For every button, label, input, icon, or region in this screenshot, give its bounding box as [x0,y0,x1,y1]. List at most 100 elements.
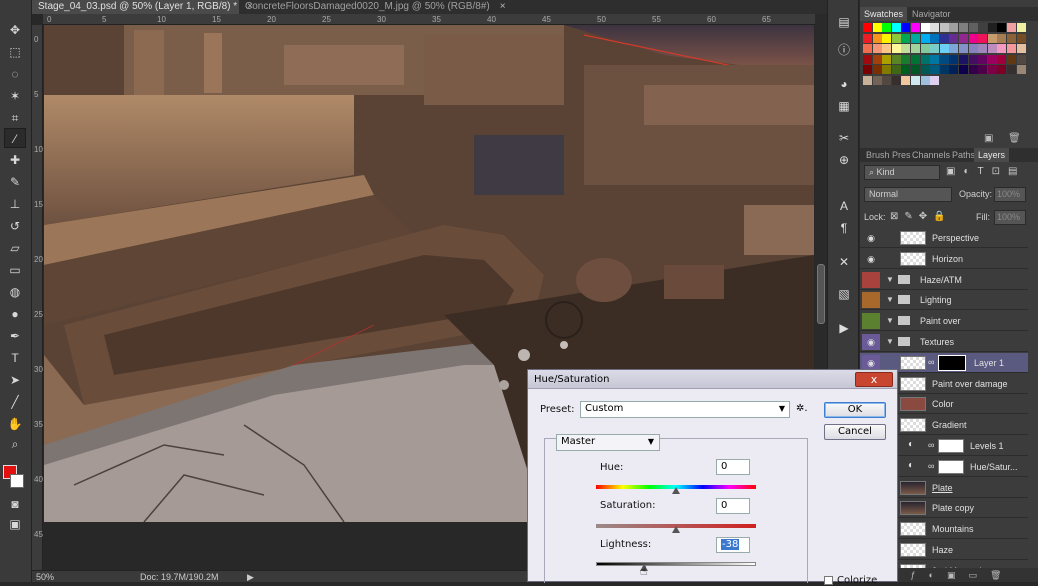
layer-thumbnail[interactable] [900,355,926,370]
tab-layers[interactable]: Layers [974,148,1010,162]
screen-mode-icon[interactable]: ▣ [4,514,26,534]
color-swatch[interactable] [872,54,882,64]
color-swatch[interactable] [949,23,959,32]
color-swatch[interactable] [978,65,988,74]
trash-icon[interactable]: 🗑 [1008,133,1021,144]
pen-tool-icon[interactable]: ✒ [4,326,26,346]
scrollbar-thumb[interactable] [817,264,825,324]
color-swatch[interactable] [911,54,920,64]
color-swatch[interactable] [901,75,911,85]
layer-row[interactable]: ▼ Paint over [860,311,1028,332]
color-swatch[interactable] [978,23,988,32]
clone-source-panel-icon[interactable]: ⊕ [836,152,852,168]
color-swatch[interactable] [1016,23,1026,32]
color-swatch[interactable] [1016,54,1026,64]
color-swatch[interactable] [882,65,892,74]
blend-mode-select[interactable]: Normal [864,187,952,202]
blur-tool-icon[interactable]: ◍ [4,282,26,302]
color-swatch[interactable] [863,75,872,85]
tab-concrete-jpg[interactable]: ConcreteFloorsDamaged0020_M.jpg @ 50% (R… [239,0,509,14]
color-swatch[interactable] [949,65,959,74]
color-swatch[interactable] [939,44,949,53]
color-swatch[interactable] [882,44,892,53]
tab-stage-psd[interactable]: Stage_04_03.psd @ 50% (Layer 1, RGB/8) *… [32,0,253,14]
color-swatch[interactable] [920,65,930,74]
color-swatch[interactable] [872,23,882,32]
color-swatch[interactable] [872,44,882,53]
layer-thumbnail[interactable] [900,543,926,557]
color-swatch[interactable] [968,44,978,53]
color-swatch[interactable] [949,44,959,53]
layer-thumbnail[interactable] [900,501,926,516]
link-chain-icon[interactable]: ∞ [928,357,934,367]
color-swatch[interactable] [959,33,968,43]
color-swatch[interactable] [939,54,949,64]
clone-stamp-tool-icon[interactable]: ⊥ [4,194,26,214]
color-swatch[interactable] [920,75,930,85]
color-swatch[interactable] [987,54,997,64]
visibility-eye-icon[interactable]: ◉ [862,230,880,246]
color-swatch[interactable] [968,54,978,64]
color-swatch[interactable] [872,33,882,43]
color-swatch[interactable] [1007,23,1016,32]
color-swatch[interactable] [891,54,901,64]
path-selection-tool-icon[interactable]: ➤ [4,370,26,390]
color-swatch[interactable] [959,65,968,74]
layer-mask-thumbnail[interactable] [938,459,964,474]
color-swatch[interactable] [987,23,997,32]
layer-thumbnail[interactable] [900,480,926,495]
color-swatch[interactable] [997,23,1007,32]
color-swatch[interactable] [911,65,920,74]
color-swatch[interactable] [930,65,940,74]
history-brush-tool-icon[interactable]: ↺ [4,216,26,236]
expand-group-icon[interactable]: ▼ [886,275,894,284]
color-swatch[interactable] [901,23,911,32]
opacity-field[interactable]: 100% [994,187,1026,202]
color-swatch[interactable] [949,33,959,43]
background-color-swatch[interactable] [10,474,24,488]
eyedropper-tool-icon[interactable]: ⁄ [4,128,26,148]
preset-options-gear-icon[interactable]: ✲. [796,403,808,414]
color-swatch[interactable] [930,75,940,85]
layer-mask-thumbnail[interactable] [938,439,964,453]
color-swatch[interactable] [987,44,997,53]
color-swatch[interactable] [968,33,978,43]
color-swatch[interactable] [920,54,930,64]
layer-thumbnail[interactable] [900,397,926,412]
cancel-button[interactable]: Cancel [824,424,886,440]
color-swatch[interactable] [939,33,949,43]
layer-thumbnail[interactable] [900,522,926,537]
dodge-tool-icon[interactable]: ● [4,304,26,324]
hand-tool-icon[interactable]: ✋ [4,414,26,434]
color-swatch[interactable] [987,65,997,74]
color-swatch[interactable] [930,33,940,43]
tab-brush-presets[interactable]: Brush Pres [862,148,915,162]
color-swatch[interactable] [930,44,940,53]
saturation-slider-handle[interactable] [672,526,680,533]
layer-thumbnail[interactable] [900,418,926,433]
layer-row[interactable]: ◉ Horizon [860,248,1028,269]
magic-wand-tool-icon[interactable]: ✶ [4,86,26,106]
color-swatch[interactable] [891,65,901,74]
visibility-eye-icon[interactable]: ◉ [862,334,880,350]
color-swatch[interactable] [968,65,978,74]
layer-mask-thumbnail[interactable] [938,354,966,371]
color-swatch[interactable] [891,33,901,43]
visibility-eye-icon[interactable] [862,292,880,309]
color-swatch[interactable] [1007,65,1016,74]
color-swatch[interactable] [997,65,1007,74]
color-swatch[interactable] [997,33,1007,43]
visibility-eye-icon[interactable] [862,313,880,330]
layer-row[interactable]: ◉ Perspective [860,228,1028,248]
color-swatch[interactable] [949,54,959,64]
type-tool-icon[interactable]: T [4,348,26,368]
gradient-tool-icon[interactable]: ▭ [4,260,26,280]
color-swatch[interactable] [997,54,1007,64]
close-icon[interactable]: × [500,1,506,12]
visibility-eye-icon[interactable] [862,271,880,288]
color-swatch[interactable] [978,54,988,64]
color-swatch[interactable] [872,75,882,85]
channel-select[interactable]: Master ▼ [556,434,660,451]
color-swatch[interactable] [863,33,872,43]
color-swatch[interactable] [1016,33,1026,43]
